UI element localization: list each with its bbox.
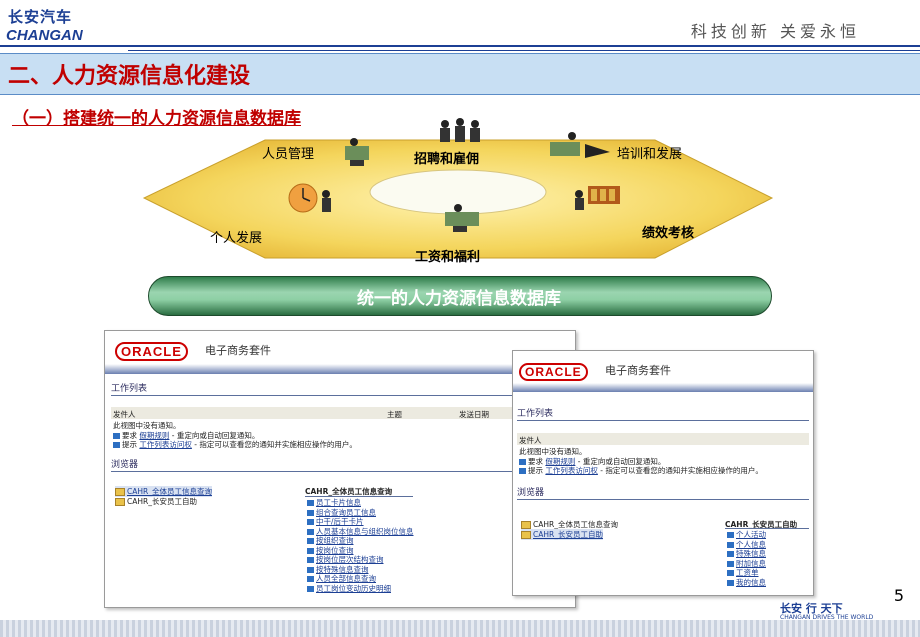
worklist-heading: 工作列表 [111,384,148,394]
browser-rule [111,471,569,472]
slogan: 科技创新 关爱永恒 [690,22,860,41]
suite-title: 电子商务套件 [205,344,271,357]
menu-item[interactable]: 我的信息 [727,578,766,588]
page-number: 5 [893,586,904,605]
page-icon [307,557,314,563]
label-salary: 工资和福利 [415,250,481,265]
label-performance: 绩效考核 [642,226,695,241]
page-icon [307,547,314,554]
worklist-access-link[interactable]: 工作列表访问权 [545,466,598,475]
page-icon [307,585,314,592]
oracle-logo: ORACLE [115,341,188,361]
label-training: 培训和发展 [617,147,683,162]
oracle-window-right: ORACLE 电子商务套件 工作列表 发件人 此视图中没有通知。 要求 假期规则… [512,350,814,596]
database-label: 统一的人力资源信息数据库 [357,289,561,309]
menu-item[interactable]: 附加信息 [727,559,766,569]
page-icon [727,532,734,538]
label-personnel: 人员管理 [262,147,315,162]
page-icon [727,579,734,586]
menu-item[interactable]: 人员全部信息查询 [307,574,414,584]
browser-heading: 浏览器 [517,488,545,498]
worklist-access-link[interactable]: 工作列表访问权 [139,440,192,449]
page-icon [727,560,734,567]
panel-rule [305,496,413,497]
menu-item[interactable]: 组合查询员工信息 [307,508,414,518]
worklist-heading: 工作列表 [517,409,554,419]
folder-icon [115,488,125,496]
menu-item[interactable]: 按特殊信息查询 [307,565,414,575]
worklist-rule [111,395,569,396]
folder-icon [521,531,531,539]
header-gradient [105,364,575,374]
worklist-rule [517,420,809,421]
folder-self-service[interactable]: CAHR_长安员工自助 [115,496,197,507]
col-from: 发件人 [519,436,542,445]
label-personal-dev: 个人发展 [210,231,263,246]
menu-item[interactable]: 按岗位层次结构查询 [307,555,414,565]
browser-rule [517,499,809,500]
page-icon [727,570,734,576]
suite-title: 电子商务套件 [605,364,671,377]
menu-item[interactable]: 中干/后干卡片 [307,517,414,527]
page-icon [727,551,734,557]
section-title: 二、人力资源信息化建设 [8,64,251,89]
header-divider [0,45,920,47]
hint-row-2: 提示 工作列表访问权 - 指定可以查看您的通知并实施相应操作的用户。 [113,439,357,450]
footer-band [0,620,920,637]
tip-icon [113,442,120,448]
page-icon [307,538,314,544]
worklist-header-row [111,407,567,419]
page-icon [307,566,314,573]
col-date: 发送日期 [459,410,489,419]
page-icon [307,509,314,516]
menu-item[interactable]: 员工岗位变动历史明细 [307,584,414,594]
oracle-window-left: ORACLE 电子商务套件 工作列表 发件人 主题 发送日期 此视图中没有通知。… [104,330,576,608]
query-menu-list: 员工卡片信息 组合查询员工信息 中干/后干卡片 人员基本信息与组织岗位信息 按组… [307,498,414,593]
label-recruit: 招聘和雇佣 [414,152,480,167]
panel-rule [725,528,809,529]
company-logo-en: CHANGAN [6,27,83,44]
menu-item[interactable]: 员工卡片信息 [307,498,414,508]
worklist-header-row [517,433,809,445]
menu-item[interactable]: 人员基本信息与组织岗位信息 [307,527,414,537]
col-from: 发件人 [113,410,136,419]
browser-heading: 浏览器 [111,460,139,470]
header-gradient [513,383,813,392]
menu-item[interactable]: 特殊信息 [727,549,766,559]
folder-self-service[interactable]: CAHR_长安员工自助 [521,529,603,540]
page-icon [727,541,734,548]
hint-row-2: 提示 工作列表访问权 - 指定可以查看您的通知并实施相应操作的用户。 [519,465,763,476]
menu-item[interactable]: 个人信息 [727,540,766,550]
menu-item[interactable]: 个人活动 [727,530,766,540]
self-service-menu-list: 个人活动 个人信息 特殊信息 附加信息 工资单 我的信息 [727,530,766,587]
header-divider-thin [128,50,920,51]
menu-item[interactable]: 按组织查询 [307,536,414,546]
recruit-people-icon [440,118,480,142]
folder-icon [115,498,125,506]
page-icon [307,576,314,582]
menu-item[interactable]: 按岗位查询 [307,546,414,556]
tip-icon [519,468,526,474]
folder-icon [521,521,531,529]
page-icon [307,519,314,525]
company-logo-cn: 长安汽车 [8,8,73,26]
oracle-logo: ORACLE [519,361,588,381]
page-icon [307,528,314,535]
page-icon [307,500,314,506]
col-subject: 主题 [387,410,402,419]
menu-item[interactable]: 工资单 [727,568,766,578]
